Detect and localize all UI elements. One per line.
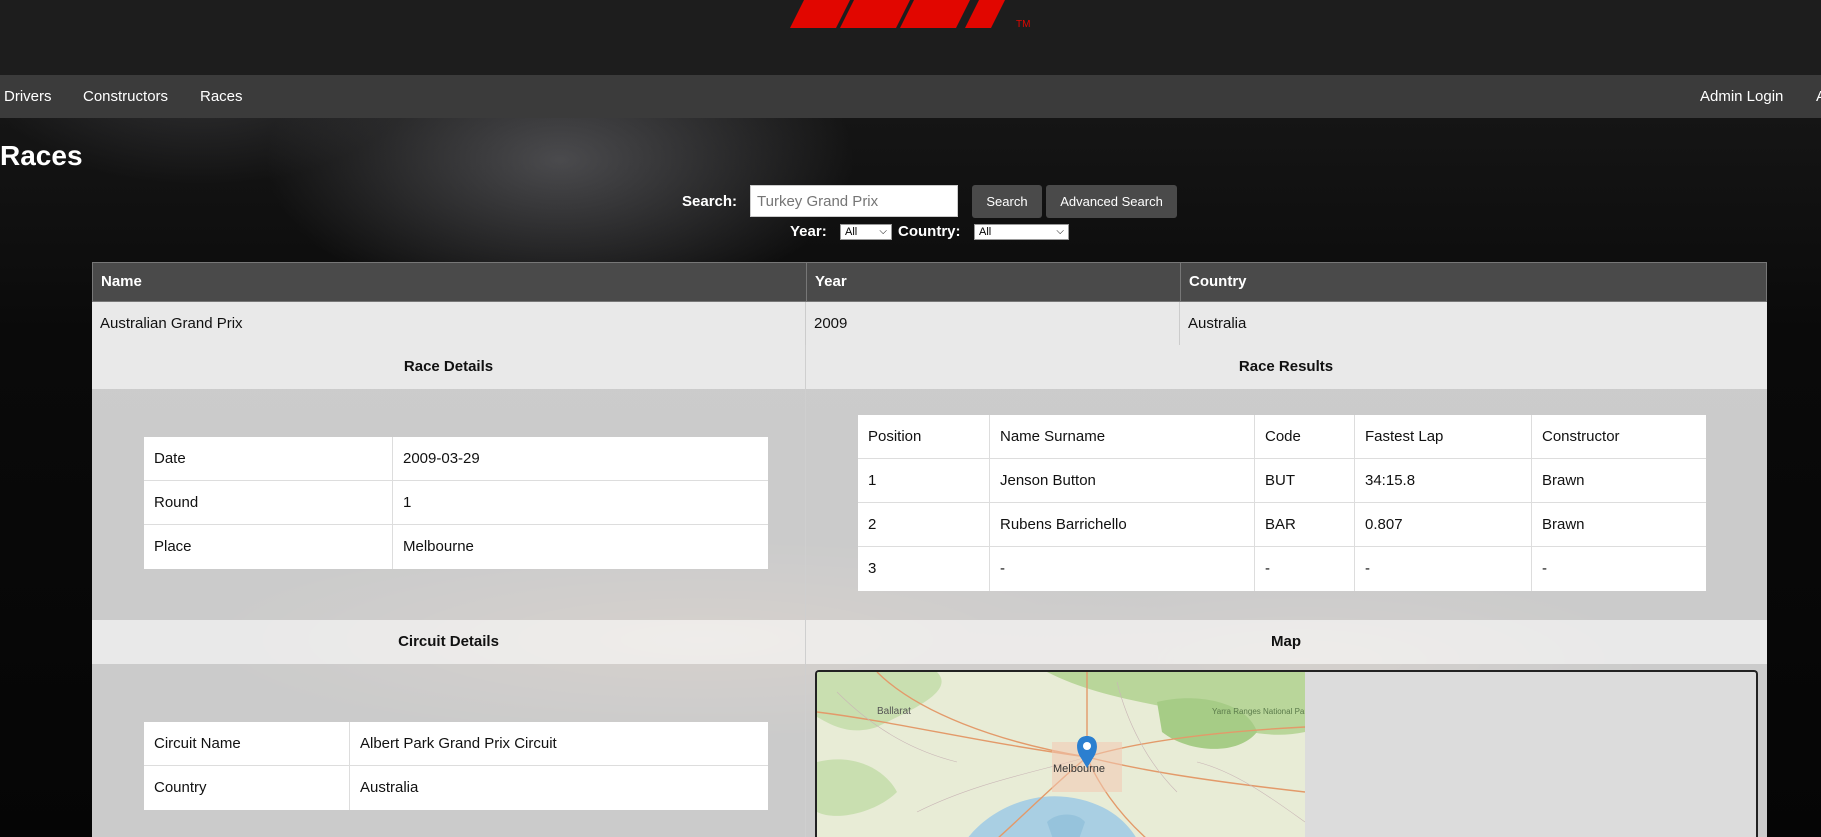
- header-year[interactable]: Year: [806, 263, 1180, 301]
- detail-label: Place: [154, 538, 192, 555]
- nav-item-races[interactable]: Races: [200, 75, 243, 118]
- map-tiles[interactable]: Ballarat Yarra Ranges National Park Melb…: [817, 672, 1305, 837]
- page-title: Races: [0, 140, 83, 171]
- country-label: Country:: [898, 223, 961, 240]
- detail-label: Circuit Name: [154, 735, 241, 752]
- detail-label: Country: [154, 779, 207, 796]
- year-select-value: All: [845, 226, 858, 238]
- result-code: BAR: [1254, 503, 1354, 546]
- country-select[interactable]: All ⌵: [974, 224, 1069, 240]
- map-label-city: Melbourne: [1053, 763, 1105, 775]
- detail-row: Place Melbourne: [144, 525, 768, 569]
- f1-logo[interactable]: TM: [790, 0, 1040, 30]
- detail-value: Albert Park Grand Prix Circuit: [349, 722, 768, 765]
- result-position: 2: [868, 516, 877, 533]
- result-fastest-lap: 0.807: [1354, 503, 1531, 546]
- race-results-header: Race Results: [805, 345, 1767, 389]
- table-row: 1 Jenson Button BUT 34:15.8 Brawn: [858, 459, 1706, 503]
- detail-value: 2009-03-29: [392, 437, 768, 480]
- year-select[interactable]: All ⌵: [840, 224, 892, 240]
- race-results-table: Position Name Surname Code Fastest Lap C…: [858, 415, 1706, 591]
- map-label-park: Yarra Ranges National Park: [1212, 707, 1305, 716]
- race-details-header: Race Details: [92, 345, 805, 389]
- result-constructor: Brawn: [1531, 459, 1706, 502]
- results-header-row: Position Name Surname Code Fastest Lap C…: [858, 415, 1706, 459]
- trademark-text: TM: [1016, 19, 1030, 30]
- search-button[interactable]: Search: [972, 185, 1042, 218]
- detail-value: Melbourne: [392, 525, 768, 569]
- race-name: Australian Grand Prix: [100, 315, 243, 332]
- map-label-town: Ballarat: [877, 706, 911, 717]
- map-header: Map: [805, 620, 1767, 664]
- column-divider: [805, 345, 806, 837]
- results-header-name: Name Surname: [989, 415, 1254, 458]
- table-row: 3 - - - -: [858, 547, 1706, 591]
- country-select-value: All: [979, 226, 992, 238]
- results-header-position: Position: [868, 428, 922, 445]
- race-year: 2009: [805, 302, 1179, 345]
- results-header-code: Code: [1254, 415, 1354, 458]
- chevron-down-icon: ⌵: [1056, 226, 1064, 237]
- search-label: Search:: [682, 193, 738, 210]
- result-name: Rubens Barrichello: [989, 503, 1254, 546]
- detail-label: Date: [154, 450, 186, 467]
- nav-item-drivers[interactable]: Drivers: [4, 75, 52, 118]
- result-code: BUT: [1254, 459, 1354, 502]
- result-code: -: [1254, 547, 1354, 591]
- detail-label: Round: [154, 494, 199, 511]
- nav-item-admin-login[interactable]: Admin Login: [1700, 75, 1783, 118]
- result-fastest-lap: -: [1354, 547, 1531, 591]
- map-container[interactable]: Ballarat Yarra Ranges National Park Melb…: [815, 670, 1758, 837]
- detail-row: Circuit Name Albert Park Grand Prix Circ…: [144, 722, 768, 766]
- race-details-table: Date 2009-03-29 Round 1 Place Melbourne: [144, 437, 768, 569]
- detail-row: Round 1: [144, 481, 768, 525]
- results-header-constructor: Constructor: [1531, 415, 1706, 458]
- detail-value: Australia: [349, 766, 768, 810]
- detail-row: Country Australia: [144, 766, 768, 810]
- chevron-down-icon: ⌵: [879, 226, 887, 237]
- circuit-details-header: Circuit Details: [92, 620, 805, 664]
- result-constructor: Brawn: [1531, 503, 1706, 546]
- detail-row: Date 2009-03-29: [144, 437, 768, 481]
- header-country[interactable]: Country: [1180, 263, 1767, 301]
- navbar: Drivers Constructors Races Admin Login A: [0, 75, 1821, 118]
- table-row[interactable]: Australian Grand Prix 2009 Australia: [92, 302, 1767, 345]
- nav-item-constructors[interactable]: Constructors: [83, 75, 168, 118]
- result-position: 1: [868, 472, 877, 489]
- race-country: Australia: [1179, 302, 1767, 345]
- year-label: Year:: [790, 223, 827, 240]
- result-fastest-lap: 34:15.8: [1354, 459, 1531, 502]
- top-banner: TM: [0, 0, 1821, 75]
- races-table-header: Name Year Country: [92, 262, 1767, 302]
- detail-value: 1: [392, 481, 768, 524]
- result-constructor: -: [1531, 547, 1706, 591]
- search-input[interactable]: [750, 185, 958, 217]
- results-header-fastest-lap: Fastest Lap: [1354, 415, 1531, 458]
- result-position: 3: [868, 560, 877, 577]
- nav-item-overflow[interactable]: A: [1816, 75, 1821, 118]
- circuit-details-table: Circuit Name Albert Park Grand Prix Circ…: [144, 722, 768, 810]
- result-name: -: [989, 547, 1254, 591]
- result-name: Jenson Button: [989, 459, 1254, 502]
- advanced-search-button[interactable]: Advanced Search: [1046, 185, 1177, 218]
- table-row: 2 Rubens Barrichello BAR 0.807 Brawn: [858, 503, 1706, 547]
- header-name[interactable]: Name: [93, 263, 806, 301]
